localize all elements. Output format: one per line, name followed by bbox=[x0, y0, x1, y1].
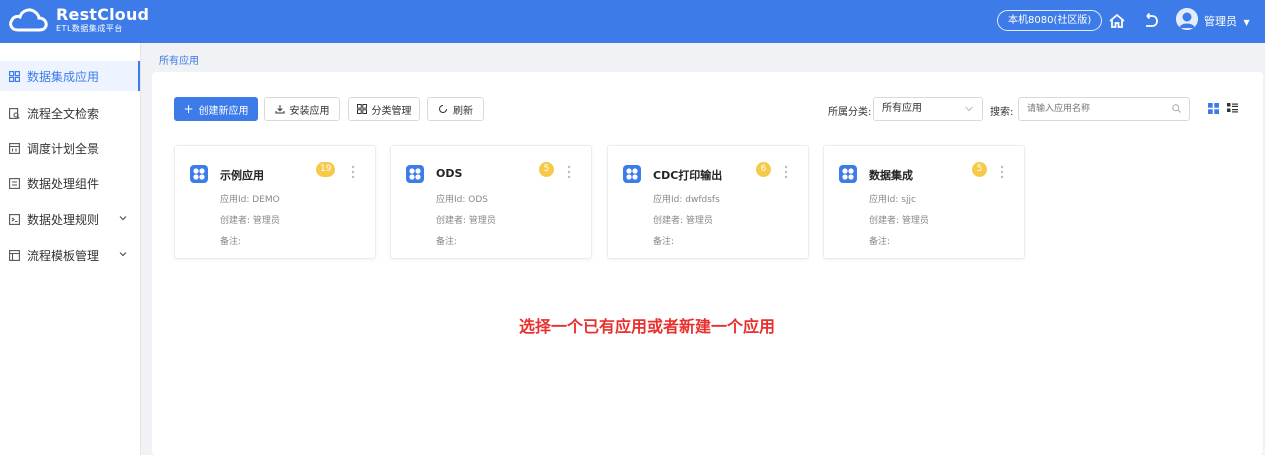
app-note: 备注: bbox=[220, 237, 242, 247]
user-avatar-icon bbox=[1176, 8, 1198, 30]
category-label: 所属分类: bbox=[828, 107, 872, 118]
caret-down-icon: ▼ bbox=[1243, 18, 1250, 27]
app-creator: 创建者: 管理员 bbox=[653, 216, 713, 226]
sidebar: 数据集成应用 流程全文检索 调度计划全景 数据处理组件 数据处理规则 流程模板管… bbox=[0, 43, 141, 455]
chevron-down-icon bbox=[119, 216, 127, 221]
sidebar-item-components[interactable]: 数据处理组件 bbox=[0, 168, 140, 198]
app-note: 备注: bbox=[869, 237, 891, 247]
more-menu-icon[interactable] bbox=[1000, 164, 1004, 180]
create-app-label: 创建新应用 bbox=[198, 105, 249, 117]
app-card-title: CDC打印输出 bbox=[653, 169, 723, 182]
refresh-label: 刷新 bbox=[453, 105, 473, 117]
app-icon bbox=[190, 165, 208, 183]
cloud-logo-icon bbox=[9, 8, 48, 32]
user-name: 管理员 bbox=[1204, 15, 1237, 28]
sidebar-item-label: 流程全文检索 bbox=[27, 106, 100, 121]
app-card-title: 示例应用 bbox=[220, 169, 264, 182]
top-header: RestCloud ETL数据集成平台 本机8080(社区版) 管理员 ▼ bbox=[0, 0, 1265, 43]
sidebar-item-label: 数据处理规则 bbox=[27, 212, 100, 227]
download-icon bbox=[275, 105, 284, 114]
plus-icon: + bbox=[183, 102, 194, 116]
logo-title: RestCloud bbox=[56, 5, 150, 24]
calendar-icon bbox=[9, 142, 20, 154]
search-icon[interactable] bbox=[1172, 104, 1181, 113]
app-note: 备注: bbox=[436, 237, 458, 247]
sidebar-item-fulltext-search[interactable]: 流程全文检索 bbox=[0, 98, 140, 128]
app-icon bbox=[839, 165, 857, 183]
user-menu[interactable]: 管理员 ▼ bbox=[1204, 13, 1250, 29]
app-card-title: 数据集成 bbox=[869, 169, 913, 182]
refresh-button[interactable]: 刷新 bbox=[427, 97, 484, 121]
search-input[interactable] bbox=[1018, 97, 1190, 121]
app-card-title: ODS bbox=[436, 167, 463, 180]
process-count-badge: 5 bbox=[539, 162, 554, 177]
breadcrumb[interactable]: 所有应用 bbox=[159, 52, 199, 67]
avatar[interactable] bbox=[1176, 8, 1198, 30]
app-icon bbox=[623, 165, 641, 183]
app-card-sjjc[interactable]: 数据集成 5 应用Id: sjjc 创建者: 管理员 备注: bbox=[823, 145, 1025, 259]
refresh-icon bbox=[439, 105, 447, 113]
home-icon[interactable] bbox=[1107, 11, 1127, 31]
app-card-ods[interactable]: ODS 5 应用Id: ODS 创建者: 管理员 备注: bbox=[390, 145, 592, 259]
chevron-down-icon bbox=[965, 106, 973, 112]
sidebar-item-schedule-overview[interactable]: 调度计划全景 bbox=[0, 133, 140, 163]
category-manage-label: 分类管理 bbox=[371, 105, 412, 117]
hint-text: 选择一个已有应用或者新建一个应用 bbox=[519, 317, 776, 336]
undo-icon[interactable] bbox=[1141, 11, 1161, 31]
sidebar-item-templates[interactable]: 流程模板管理 bbox=[0, 240, 140, 270]
app-creator: 创建者: 管理员 bbox=[220, 216, 280, 226]
app-id: 应用Id: sjjc bbox=[869, 195, 916, 205]
sidebar-item-label: 数据集成应用 bbox=[27, 69, 100, 84]
create-app-button[interactable]: + 创建新应用 bbox=[174, 97, 258, 121]
grid-icon bbox=[356, 104, 367, 114]
app-id: 应用Id: ODS bbox=[436, 195, 488, 205]
rules-icon bbox=[9, 213, 20, 225]
process-count-badge: 6 bbox=[756, 162, 771, 177]
grid-icon bbox=[9, 70, 20, 82]
category-select-value: 所有应用 bbox=[882, 103, 922, 114]
sidebar-item-rules[interactable]: 数据处理规则 bbox=[0, 204, 140, 234]
template-icon bbox=[9, 249, 20, 261]
more-menu-icon[interactable] bbox=[567, 164, 571, 180]
install-app-button[interactable]: 安装应用 bbox=[264, 97, 340, 121]
main-panel: + 创建新应用 安装应用 分类管理 刷新 所属分类: 所有应用 搜索: 示例应用… bbox=[152, 72, 1263, 455]
app-icon bbox=[406, 165, 424, 183]
app-note: 备注: bbox=[653, 237, 675, 247]
chevron-down-icon bbox=[119, 252, 127, 257]
sidebar-item-label: 调度计划全景 bbox=[27, 141, 100, 156]
category-select[interactable]: 所有应用 bbox=[873, 97, 983, 121]
search-label: 搜索: bbox=[990, 107, 1014, 118]
category-manage-button[interactable]: 分类管理 bbox=[348, 97, 420, 121]
install-app-label: 安装应用 bbox=[289, 105, 330, 117]
app-card-cdc[interactable]: CDC打印输出 6 应用Id: dwfdsfs 创建者: 管理员 备注: bbox=[607, 145, 809, 259]
component-icon bbox=[9, 177, 20, 189]
app-id: 应用Id: DEMO bbox=[220, 195, 280, 205]
more-menu-icon[interactable] bbox=[784, 164, 788, 180]
sidebar-item-label: 数据处理组件 bbox=[27, 176, 100, 191]
process-count-badge: 19 bbox=[316, 162, 336, 177]
environment-selector[interactable]: 本机8080(社区版) bbox=[997, 10, 1103, 31]
document-search-icon bbox=[9, 107, 20, 119]
app-card-demo[interactable]: 示例应用 19 应用Id: DEMO 创建者: 管理员 备注: bbox=[174, 145, 376, 259]
grid-view-icon[interactable] bbox=[1208, 103, 1219, 114]
logo[interactable]: RestCloud ETL数据集成平台 bbox=[6, 4, 149, 36]
logo-subtitle: ETL数据集成平台 bbox=[56, 24, 123, 33]
app-creator: 创建者: 管理员 bbox=[436, 216, 496, 226]
sidebar-item-data-integration-apps[interactable]: 数据集成应用 bbox=[0, 61, 140, 91]
list-view-icon[interactable] bbox=[1227, 103, 1238, 114]
app-id: 应用Id: dwfdsfs bbox=[653, 195, 720, 205]
process-count-badge: 5 bbox=[972, 162, 987, 177]
app-creator: 创建者: 管理员 bbox=[869, 216, 929, 226]
sidebar-item-label: 流程模板管理 bbox=[27, 248, 100, 263]
more-menu-icon[interactable] bbox=[351, 164, 355, 180]
